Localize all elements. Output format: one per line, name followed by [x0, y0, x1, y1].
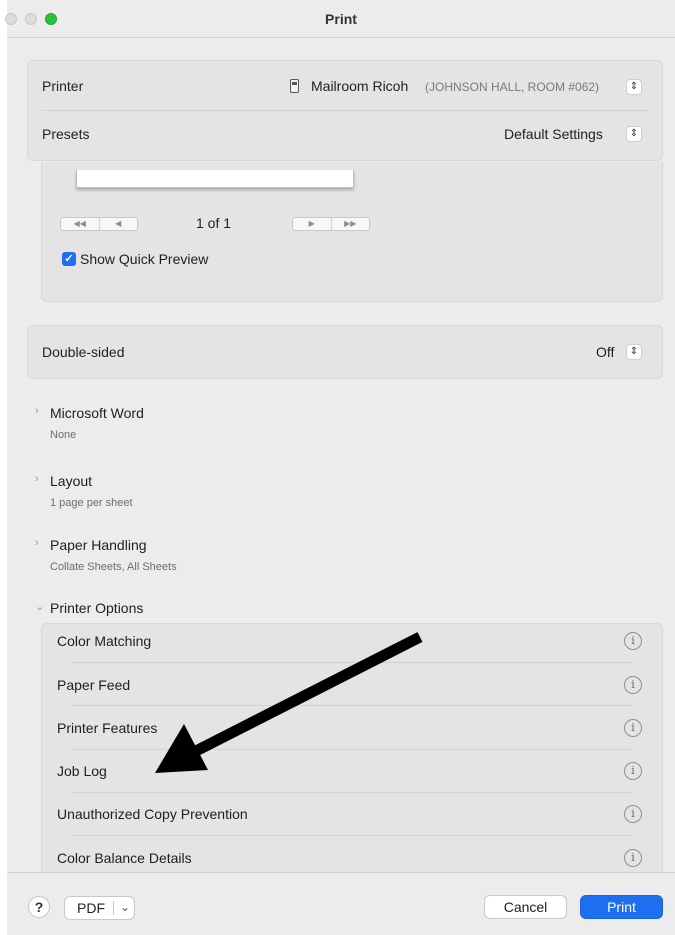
chevron-right-icon[interactable]: › — [35, 473, 39, 485]
show-quick-preview-label[interactable]: Show Quick Preview — [80, 251, 208, 267]
option-divider — [71, 835, 633, 836]
presets-label: Presets — [42, 126, 90, 142]
section-subtitle: 1 page per sheet — [50, 497, 133, 509]
info-icon[interactable]: i — [624, 632, 642, 650]
page-indicator: 1 of 1 — [196, 215, 232, 231]
info-icon[interactable]: i — [624, 676, 642, 694]
section-layout[interactable]: › Layout 1 page per sheet — [35, 471, 335, 511]
option-label: Printer Features — [57, 720, 158, 736]
printer-label: Printer — [42, 78, 84, 94]
prev-page-buttons[interactable]: ◀◀ ◀ — [60, 217, 138, 231]
help-button[interactable]: ? — [28, 896, 50, 918]
show-quick-preview-checkbox[interactable]: ✓ — [62, 252, 76, 266]
next-page-icon[interactable]: ▶ — [293, 218, 331, 230]
last-page-icon[interactable]: ▶▶ — [330, 218, 370, 230]
option-divider — [71, 792, 633, 793]
info-icon[interactable]: i — [624, 805, 642, 823]
pdf-menu-button[interactable]: PDF ⌄ — [64, 896, 135, 920]
printer-presets-divider — [42, 110, 648, 111]
cancel-button[interactable]: Cancel — [484, 895, 567, 919]
section-title: Microsoft Word — [50, 405, 144, 421]
presets-value[interactable]: Default Settings — [504, 126, 603, 142]
double-sided-value[interactable]: Off — [596, 344, 614, 360]
chevron-right-icon[interactable]: › — [35, 405, 39, 417]
printer-location: (JOHNSON HALL, ROOM #062) — [425, 80, 600, 94]
section-title: Paper Handling — [50, 537, 147, 553]
section-paper-handling[interactable]: › Paper Handling Collate Sheets, All She… — [35, 535, 335, 575]
previous-page-icon[interactable]: ◀ — [98, 218, 138, 230]
section-title: Layout — [50, 473, 93, 489]
print-button[interactable]: Print — [580, 895, 663, 919]
info-icon[interactable]: i — [624, 762, 642, 780]
first-page-icon[interactable]: ◀◀ — [61, 218, 99, 230]
printer-icon — [290, 79, 299, 93]
section-title: Printer Options — [50, 600, 144, 616]
chevron-right-icon[interactable]: › — [35, 537, 39, 549]
double-sided-label: Double-sided — [42, 344, 125, 360]
title-bar: Print — [5, 0, 675, 38]
section-subtitle: Collate Sheets, All Sheets — [50, 561, 177, 573]
print-dialog: Print Printer Mailroom Ricoh (JOHNSON HA… — [5, 0, 675, 935]
option-label: Color Matching — [57, 633, 152, 649]
option-label: Paper Feed — [57, 677, 131, 693]
option-divider — [71, 749, 633, 750]
window-title: Print — [325, 11, 357, 27]
printer-select[interactable]: Mailroom Ricoh (JOHNSON HALL, ROOM #062) — [290, 76, 645, 98]
presets-stepper-icon[interactable]: ⇕ — [626, 126, 642, 142]
section-printer-options[interactable]: ⌄ Printer Options — [35, 598, 335, 618]
double-sided-stepper-icon[interactable]: ⇕ — [626, 344, 642, 360]
printer-name: Mailroom Ricoh — [311, 78, 409, 94]
option-divider — [71, 705, 633, 706]
next-page-buttons[interactable]: ▶ ▶▶ — [292, 217, 370, 231]
option-label: Job Log — [57, 763, 107, 779]
section-subtitle: None — [50, 429, 77, 441]
option-label: Color Balance Details — [57, 850, 192, 866]
info-icon[interactable]: i — [624, 719, 642, 737]
printer-stepper-icon[interactable]: ⇕ — [626, 79, 642, 95]
section-microsoft-word[interactable]: › Microsoft Word None — [35, 403, 335, 443]
pdf-split-divider — [113, 901, 114, 915]
option-divider — [71, 662, 633, 663]
info-icon[interactable]: i — [624, 849, 642, 867]
chevron-down-icon[interactable]: ⌄ — [35, 600, 44, 613]
chevron-down-icon: ⌄ — [120, 900, 131, 914]
page-preview-thumbnail — [76, 170, 354, 188]
option-label: Unauthorized Copy Prevention — [57, 806, 248, 822]
pdf-label: PDF — [77, 900, 105, 916]
